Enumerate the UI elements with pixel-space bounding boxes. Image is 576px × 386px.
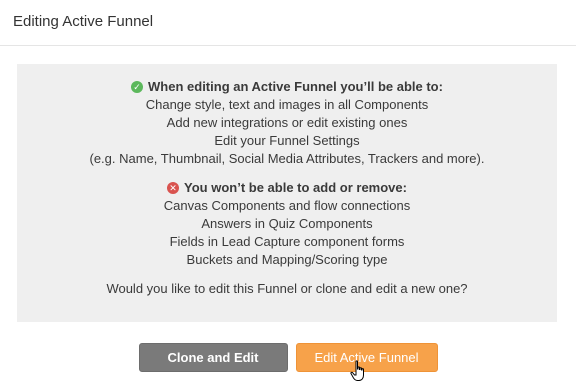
allowed-item: Change style, text and images in all Com… xyxy=(145,97,429,112)
restricted-item: Answers in Quiz Components xyxy=(201,216,373,231)
check-circle-icon: ✓ xyxy=(131,81,144,93)
allowed-heading-row: ✓ When editing an Active Funnel you’ll b… xyxy=(17,78,557,96)
allowed-item: (e.g. Name, Thumbnail, Social Media Attr… xyxy=(89,151,485,166)
question-text: Would you like to edit this Funnel or cl… xyxy=(106,281,468,296)
allowed-item: Edit your Funnel Settings xyxy=(214,133,360,148)
restricted-item: Fields in Lead Capture component forms xyxy=(169,234,405,249)
restricted-heading: You won’t be able to add or remove: xyxy=(184,180,407,195)
allowed-heading: When editing an Active Funnel you’ll be … xyxy=(148,79,443,94)
restricted-item: Buckets and Mapping/Scoring type xyxy=(186,252,388,267)
button-row: Clone and Edit New Edit Active Funnel xyxy=(0,343,576,386)
dialog-title: Editing Active Funnel xyxy=(13,13,154,30)
allowed-item: Add new integrations or edit existing on… xyxy=(166,115,408,130)
x-circle-icon: ✕ xyxy=(167,182,180,194)
clone-and-edit-button[interactable]: Clone and Edit New xyxy=(138,343,288,386)
info-box: ✓ When editing an Active Funnel you’ll b… xyxy=(17,64,557,322)
edit-funnel-dialog: Editing Active Funnel ✓ When editing an … xyxy=(0,0,576,386)
hand-cursor-icon xyxy=(350,360,364,381)
restricted-heading-row: ✕ You won’t be able to add or remove: xyxy=(17,179,557,197)
dialog-header: Editing Active Funnel xyxy=(0,0,576,46)
restricted-item: Canvas Components and flow connections xyxy=(163,198,411,213)
